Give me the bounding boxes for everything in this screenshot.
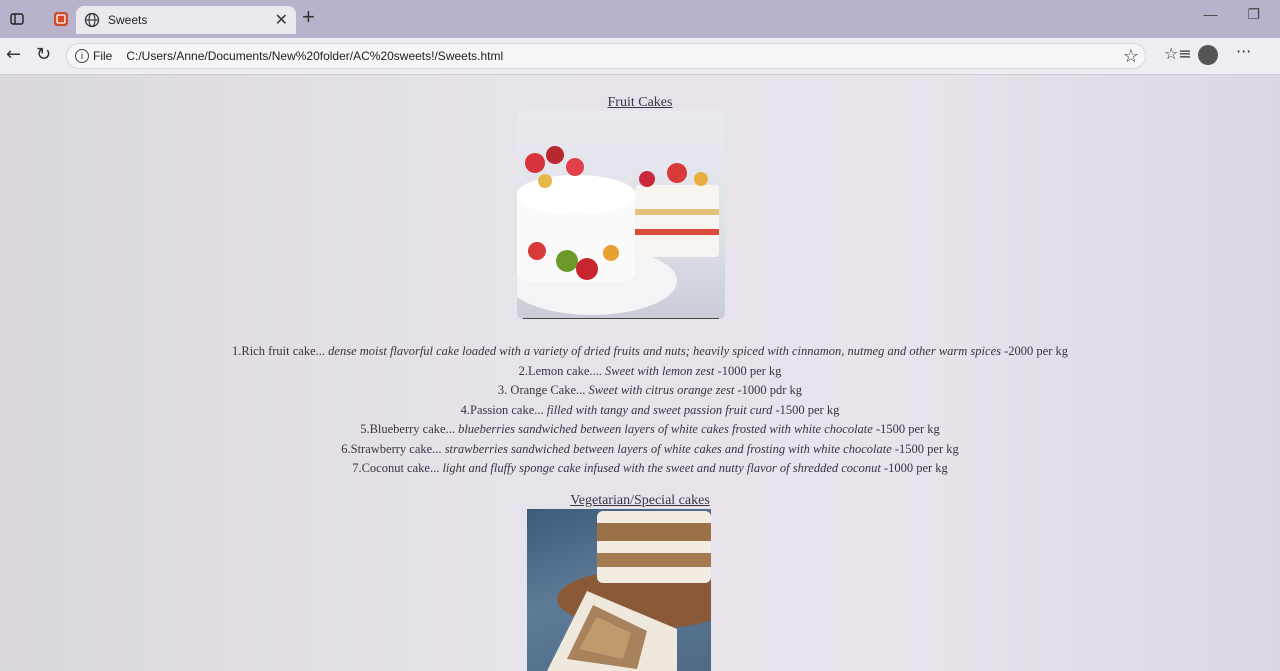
fruit-cakes-title[interactable]: Fruit Cakes (0, 95, 1280, 111)
close-tab-icon[interactable]: ✕ (275, 10, 288, 30)
list-item: 2.Lemon cake.... Sweet with lemon zest -… (518, 363, 782, 378)
fruit-cake-list: 1.Rich fruit cake... dense moist flavorf… (150, 342, 1150, 479)
globe-icon (84, 12, 100, 28)
vegetarian-cake-image (527, 509, 711, 671)
new-tab-button[interactable]: + (302, 4, 315, 30)
list-item: 3. Orange Cake... Sweet with citrus oran… (497, 383, 803, 397)
fruit-cake-image (517, 111, 725, 319)
favorites-icon[interactable]: ☆≡ (1164, 44, 1192, 63)
list-item: 5.Blueberry cake... blueberries sandwich… (360, 422, 940, 436)
more-options-icon[interactable]: ··· (1236, 42, 1251, 61)
workspaces-icon[interactable] (50, 8, 72, 30)
favorite-star-icon[interactable]: ☆ (1123, 46, 1139, 67)
list-item: 6.Strawberry cake... strawberries sandwi… (341, 441, 959, 456)
window-controls: — ❐ (1203, 6, 1260, 23)
list-item: 1.Rich fruit cake... dense moist flavorf… (232, 344, 1068, 358)
url-text: C:/Users/Anne/Documents/New%20folder/AC%… (126, 49, 504, 63)
page-content: Fruit Cakes 1.Rich fruit cake... dense m… (0, 75, 1280, 671)
window-menu-icon[interactable] (6, 8, 28, 30)
tab-sweets[interactable]: Sweets ✕ (76, 6, 296, 34)
profile-avatar[interactable] (1198, 45, 1218, 65)
info-icon[interactable]: i (75, 49, 89, 63)
tab-title: Sweets (108, 13, 148, 27)
refresh-icon[interactable]: ↻ (36, 44, 51, 65)
restore-icon[interactable]: ❐ (1247, 6, 1260, 23)
list-item: 4.Passion cake... filled with tangy and … (460, 402, 840, 417)
vegetarian-cakes-title[interactable]: Vegetarian/Special cakes (0, 493, 1280, 509)
minimize-icon[interactable]: — (1203, 6, 1217, 23)
url-scheme-label: File (93, 49, 113, 63)
address-bar[interactable]: i File C:/Users/Anne/Documents/New%20fol… (66, 43, 1146, 69)
image-underline (523, 318, 719, 319)
navigation-bar: ← ↻ i File C:/Users/Anne/Documents/New%2… (0, 38, 1280, 75)
back-arrow-icon[interactable]: ← (6, 44, 21, 65)
list-item: 7.Coconut cake... light and fluffy spong… (352, 461, 948, 475)
